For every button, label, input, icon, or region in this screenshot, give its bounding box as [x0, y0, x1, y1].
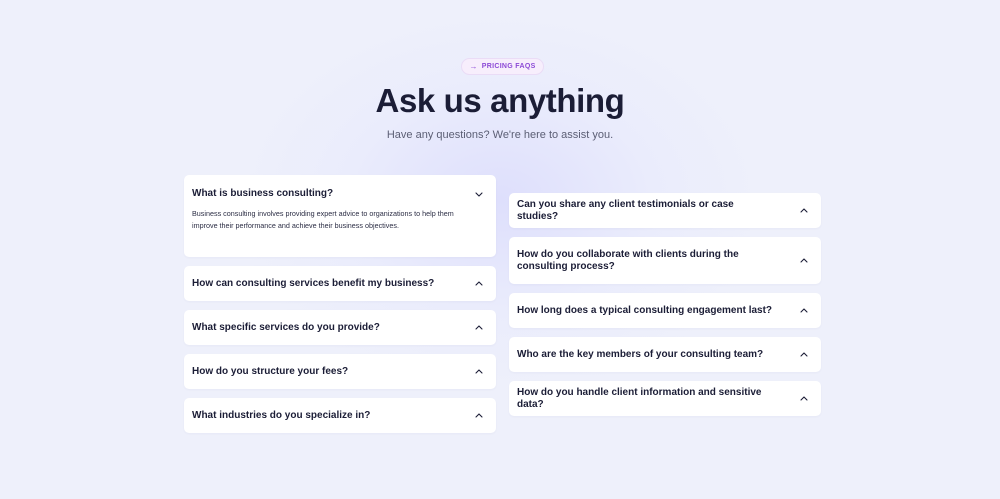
faq-item[interactable]: Can you share any client testimonials or…	[509, 193, 821, 228]
faq-item[interactable]: How do you handle client information and…	[509, 381, 821, 416]
chevron-up-icon[interactable]	[799, 206, 809, 216]
faq-item[interactable]: How long does a typical consulting engag…	[509, 293, 821, 328]
chevron-up-icon[interactable]	[474, 367, 484, 377]
chevron-down-icon[interactable]	[474, 189, 484, 199]
faq-column-left: What is business consulting? Business co…	[184, 175, 496, 442]
faq-item[interactable]: Who are the key members of your consulti…	[509, 337, 821, 372]
arrow-right-icon: →	[469, 62, 478, 71]
faq-question: What industries do you specialize in?	[192, 409, 371, 421]
faq-answer: Business consulting involves providing e…	[192, 209, 454, 230]
faq-question: What is business consulting?	[192, 188, 334, 199]
faq-question: Who are the key members of your consulti…	[517, 348, 764, 360]
chevron-up-icon[interactable]	[474, 411, 484, 421]
faq-question: Can you share any client testimonials or…	[517, 198, 734, 222]
faq-column-right: Can you share any client testimonials or…	[509, 193, 821, 425]
faq-item[interactable]: How do you collaborate with clients duri…	[509, 237, 821, 284]
faq-question: How do you structure your fees?	[192, 365, 349, 377]
chevron-up-icon[interactable]	[799, 394, 809, 404]
page-subtitle: Have any questions? We're here to assist…	[386, 129, 614, 141]
chevron-up-icon[interactable]	[799, 350, 809, 360]
chevron-up-icon[interactable]	[474, 279, 484, 289]
faq-item[interactable]: What is business consulting? Business co…	[184, 175, 496, 257]
chevron-up-icon[interactable]	[799, 256, 809, 266]
faq-item[interactable]: What specific services do you provide?	[184, 310, 496, 345]
pricing-faqs-badge: → PRICING FAQS	[461, 58, 544, 75]
faq-question: How long does a typical consulting engag…	[517, 304, 773, 316]
faq-item[interactable]: What industries do you specialize in?	[184, 398, 496, 433]
chevron-up-icon[interactable]	[474, 323, 484, 333]
faq-question: How do you collaborate with clients duri…	[517, 248, 739, 272]
page-title: Ask us anything	[375, 82, 625, 119]
faq-question: How can consulting services benefit my b…	[192, 277, 435, 289]
badge-label: PRICING FAQS	[481, 63, 536, 70]
faq-item[interactable]: How do you structure your fees?	[184, 354, 496, 389]
faq-question: How do you handle client information and…	[517, 386, 762, 410]
chevron-up-icon[interactable]	[799, 306, 809, 316]
faq-question: What specific services do you provide?	[192, 321, 380, 333]
faq-item[interactable]: How can consulting services benefit my b…	[184, 266, 496, 301]
